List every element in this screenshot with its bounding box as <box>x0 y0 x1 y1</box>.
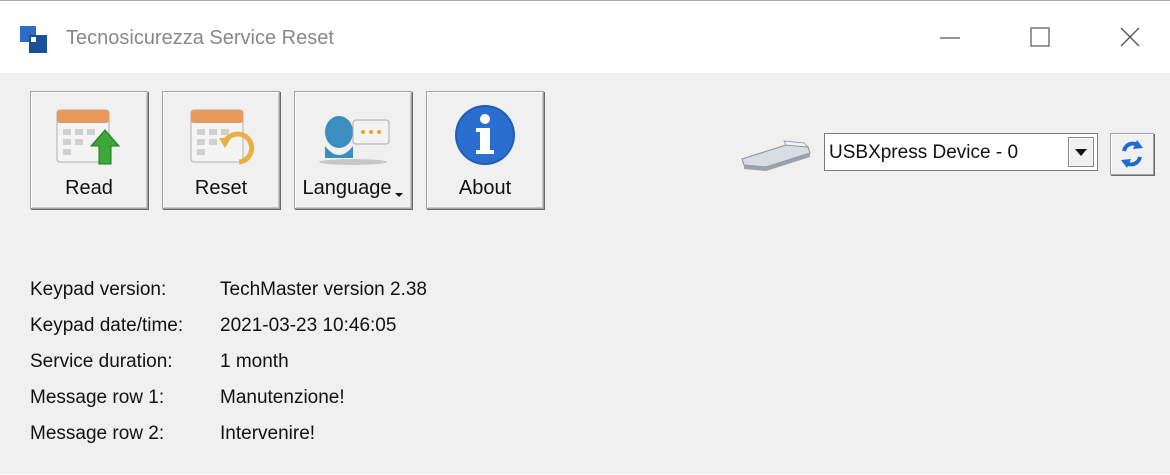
close-button[interactable] <box>1086 1 1170 73</box>
refresh-button[interactable] <box>1110 133 1154 175</box>
client-area: Read Reset Language About USBXpress Devi… <box>0 73 1170 475</box>
usb-drive-icon <box>741 140 811 171</box>
about-button-label: About <box>458 177 512 199</box>
info-value: Intervenire! <box>220 423 316 444</box>
info-value: 1 month <box>220 351 289 372</box>
info-value: 2021-03-23 10:46:05 <box>220 315 397 336</box>
language-icon <box>319 116 390 165</box>
reset-button-label: Reset <box>194 177 248 199</box>
chevron-down-icon <box>395 193 403 197</box>
info-icon <box>455 105 515 165</box>
info-label: Message row 1: <box>30 387 165 408</box>
calendar-read-icon <box>56 109 121 165</box>
info-label: Keypad date/time: <box>30 315 184 336</box>
device-select[interactable]: USBXpress Device - 0 <box>824 133 1098 171</box>
refresh-icon <box>1121 140 1143 168</box>
read-button-label: Read <box>65 177 113 199</box>
about-button[interactable]: About <box>426 91 544 209</box>
language-button-label: Language <box>302 177 392 199</box>
info-value: TechMaster version 2.38 <box>220 279 427 300</box>
app-window: Tecnosicurezza Service Reset Read Reset … <box>0 0 1170 474</box>
app-logo-icon <box>20 26 47 53</box>
read-button[interactable]: Read <box>30 91 148 209</box>
close-icon <box>1120 27 1140 47</box>
device-select-value: USBXpress Device - 0 <box>829 142 1019 163</box>
maximize-button[interactable] <box>996 1 1084 73</box>
info-label: Service duration: <box>30 351 173 372</box>
calendar-reset-icon <box>190 109 255 165</box>
minimize-button[interactable] <box>906 1 994 73</box>
reset-button[interactable]: Reset <box>162 91 280 209</box>
info-value: Manutenzione! <box>220 387 345 408</box>
maximize-icon <box>1030 27 1050 47</box>
language-button[interactable]: Language <box>294 91 412 209</box>
minimize-icon <box>940 37 960 39</box>
dropdown-arrow-icon[interactable] <box>1068 137 1094 167</box>
title-bar[interactable]: Tecnosicurezza Service Reset <box>0 1 1170 73</box>
info-label: Message row 2: <box>30 423 165 444</box>
window-title: Tecnosicurezza Service Reset <box>66 27 334 49</box>
info-label: Keypad version: <box>30 279 167 300</box>
